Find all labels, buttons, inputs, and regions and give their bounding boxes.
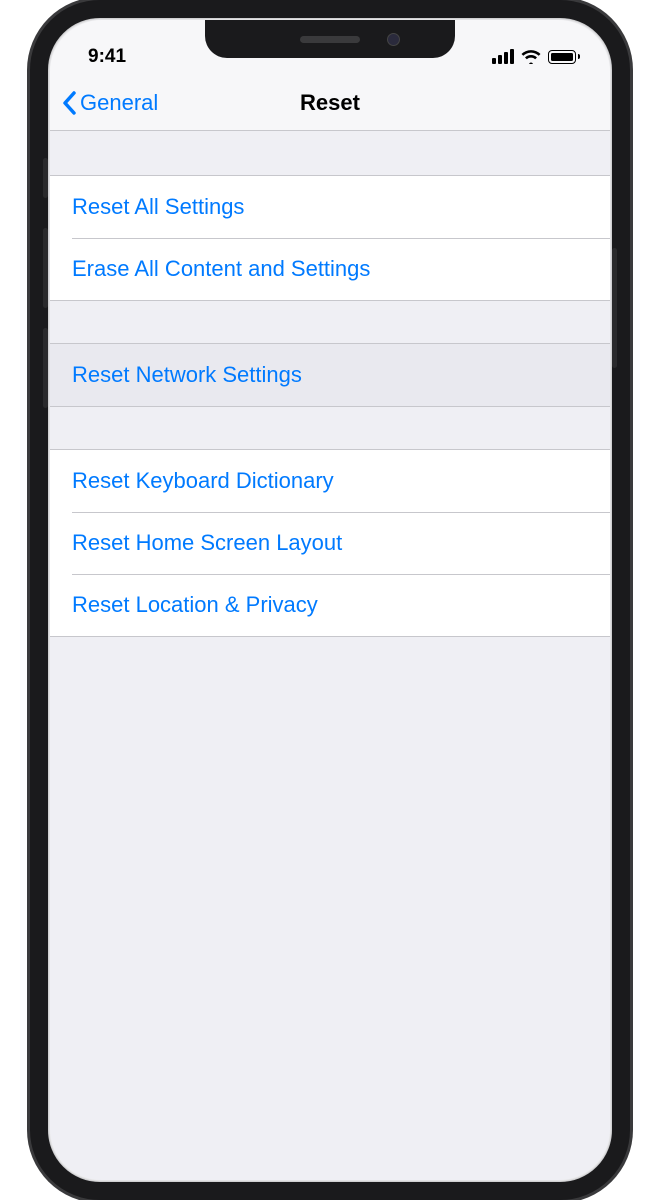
mute-switch: [43, 158, 48, 198]
section-gap: [50, 131, 610, 175]
reset-network-settings[interactable]: Reset Network Settings: [50, 344, 610, 406]
reset-all-settings[interactable]: Reset All Settings: [50, 176, 610, 238]
screen: 9:41 Gene: [50, 20, 610, 1180]
battery-icon: [548, 50, 580, 64]
phone-frame: 9:41 Gene: [30, 0, 630, 1200]
list-group: Reset Keyboard Dictionary Reset Home Scr…: [50, 449, 610, 637]
back-button[interactable]: General: [50, 90, 158, 116]
erase-all-content-and-settings[interactable]: Erase All Content and Settings: [50, 238, 610, 300]
list-item-label: Erase All Content and Settings: [72, 256, 370, 281]
volume-down-button: [43, 328, 48, 408]
navigation-bar: General Reset: [50, 75, 610, 131]
list-item-label: Reset All Settings: [72, 194, 244, 219]
status-indicators: [492, 49, 580, 64]
reset-home-screen-layout[interactable]: Reset Home Screen Layout: [50, 512, 610, 574]
list-item-label: Reset Home Screen Layout: [72, 530, 342, 555]
list-group: Reset All Settings Erase All Content and…: [50, 175, 610, 301]
chevron-left-icon: [62, 91, 78, 115]
front-camera: [387, 33, 400, 46]
section-gap: [50, 407, 610, 449]
list-group: Reset Network Settings: [50, 343, 610, 407]
reset-location-and-privacy[interactable]: Reset Location & Privacy: [50, 574, 610, 636]
list-item-label: Reset Keyboard Dictionary: [72, 468, 334, 493]
notch: [205, 20, 455, 58]
list-item-label: Reset Location & Privacy: [72, 592, 318, 617]
cellular-signal-icon: [492, 49, 514, 64]
list-item-label: Reset Network Settings: [72, 362, 302, 387]
volume-up-button: [43, 228, 48, 308]
back-label: General: [80, 90, 158, 116]
speaker: [300, 36, 360, 43]
reset-keyboard-dictionary[interactable]: Reset Keyboard Dictionary: [50, 450, 610, 512]
status-time: 9:41: [88, 46, 126, 68]
section-gap: [50, 637, 610, 681]
wifi-icon: [521, 49, 541, 64]
content: Reset All Settings Erase All Content and…: [50, 131, 610, 681]
section-gap: [50, 301, 610, 343]
power-button: [612, 248, 617, 368]
page-title: Reset: [300, 90, 360, 116]
